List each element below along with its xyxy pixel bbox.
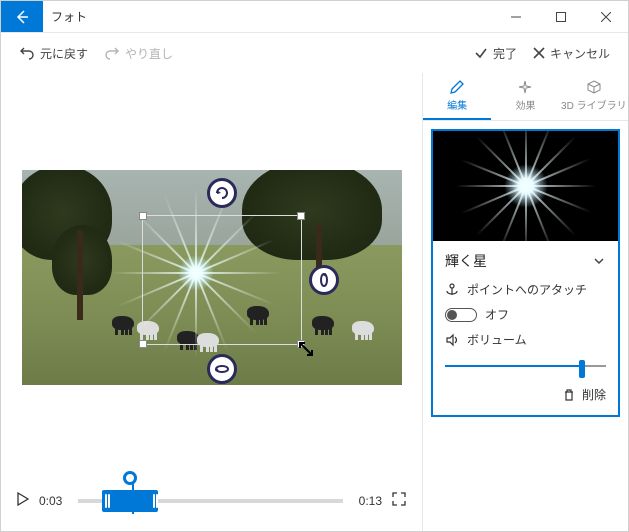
resize-diagonal-icon[interactable]: [297, 340, 315, 358]
toggle-state-label: オフ: [485, 306, 509, 323]
redo-button[interactable]: やり直し: [96, 41, 181, 66]
pencil-icon: [449, 79, 465, 95]
timeline-track[interactable]: [78, 499, 342, 503]
cancel-button[interactable]: キャンセル: [525, 41, 618, 66]
fullscreen-button[interactable]: [392, 492, 406, 511]
app-title: フォト: [43, 1, 493, 32]
maximize-button[interactable]: [538, 1, 583, 32]
canvas-area: 0:03 0:13: [1, 73, 422, 531]
titlebar: フォト: [1, 1, 628, 33]
undo-icon: [19, 45, 35, 61]
resize-handle-top-right[interactable]: [297, 212, 305, 220]
check-icon: [474, 46, 488, 60]
volume-label: ボリューム: [467, 331, 527, 348]
effect-preview: [433, 131, 618, 241]
arrow-left-icon: [14, 9, 30, 25]
cube-icon: [586, 79, 602, 95]
chevron-down-icon[interactable]: [592, 254, 606, 268]
selection-box[interactable]: [142, 215, 302, 345]
app-window: フォト 元に戻す やり直し 完了 キャンセル: [0, 0, 629, 532]
clip-trim-left[interactable]: [105, 494, 107, 508]
trash-icon: [562, 388, 576, 402]
total-time: 0:13: [359, 494, 382, 508]
tab-effects-label: 効果: [515, 97, 535, 112]
volume-slider[interactable]: [445, 356, 606, 376]
redo-icon: [104, 45, 120, 61]
attach-label: ポイントへのアタッチ: [467, 281, 587, 298]
done-label: 完了: [493, 45, 517, 62]
playbar: 0:03 0:13: [1, 481, 422, 531]
video-canvas[interactable]: [22, 170, 402, 385]
rotate-handle-x[interactable]: [207, 354, 237, 384]
done-button[interactable]: 完了: [466, 41, 525, 66]
tab-effects[interactable]: 効果: [491, 73, 559, 120]
anchor-icon: [445, 283, 459, 297]
undo-button[interactable]: 元に戻す: [11, 41, 96, 66]
clip-trim-right[interactable]: [153, 494, 155, 508]
tab-edit-label: 編集: [447, 97, 467, 112]
rotate-handle-z[interactable]: [207, 178, 237, 208]
side-panel: 編集 効果 3D ライブラリ: [422, 73, 628, 531]
cancel-label: キャンセル: [550, 45, 610, 62]
volume-icon: [445, 333, 459, 347]
tab-3d-label: 3D ライブラリ: [561, 97, 627, 112]
current-time: 0:03: [39, 494, 62, 508]
redo-label: やり直し: [125, 45, 173, 62]
playhead[interactable]: [129, 471, 137, 514]
sparkle-icon: [517, 79, 533, 95]
effect-panel: 輝く星 ポイントへのアタッチ オフ ボリューム: [431, 129, 620, 417]
effect-name: 輝く星: [445, 251, 487, 271]
resize-handle-top-left[interactable]: [139, 212, 147, 220]
side-tabs: 編集 効果 3D ライブラリ: [423, 73, 628, 121]
tab-edit[interactable]: 編集: [423, 73, 491, 120]
close-button[interactable]: [583, 1, 628, 32]
tab-3d-library[interactable]: 3D ライブラリ: [560, 73, 628, 120]
play-button[interactable]: [17, 492, 29, 511]
x-icon: [533, 47, 545, 59]
rotate-handle-y[interactable]: [309, 265, 339, 295]
resize-handle-bottom-left[interactable]: [139, 340, 147, 348]
back-button[interactable]: [1, 1, 43, 32]
minimize-button[interactable]: [493, 1, 538, 32]
toolbar: 元に戻す やり直し 完了 キャンセル: [1, 33, 628, 73]
undo-label: 元に戻す: [40, 45, 88, 62]
attach-toggle[interactable]: [445, 308, 477, 322]
delete-button[interactable]: 削除: [582, 386, 606, 403]
